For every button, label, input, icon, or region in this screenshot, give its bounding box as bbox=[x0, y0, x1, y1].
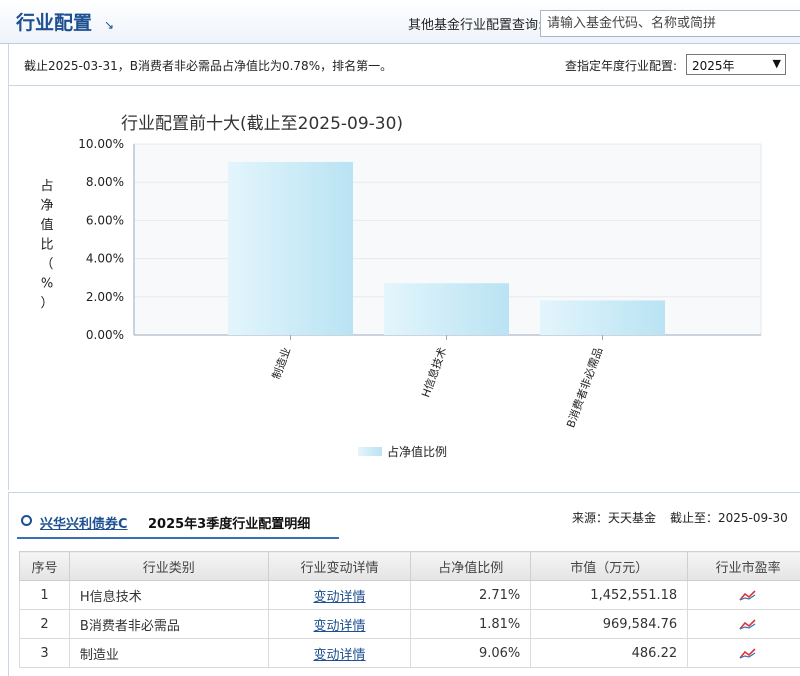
col-header-no: 序号 bbox=[19, 551, 70, 581]
bar-制造业 bbox=[228, 161, 353, 335]
change-detail-link[interactable]: 变动详情 bbox=[313, 648, 365, 663]
change-detail-link[interactable]: 变动详情 bbox=[313, 619, 365, 634]
page-header: 行业配置 ↘ 其他基金行业配置查询: bbox=[0, 0, 800, 44]
source-label: 来源：天天基金 bbox=[572, 511, 657, 525]
row-industry: 制造业 bbox=[68, 638, 269, 668]
y-axis-label-char: 比 bbox=[40, 238, 53, 253]
page-title: 行业配置 bbox=[16, 12, 93, 34]
table-row: 2 B消费者非必需品 变动详情 1.81% 969,584.76 bbox=[19, 609, 800, 639]
x-tick-label: 制造业 bbox=[269, 345, 293, 381]
chevron-down-icon: ▼ bbox=[772, 57, 781, 70]
section-title: 2025年3季度行业配置明细 bbox=[148, 517, 311, 532]
year-select-label: 查指定年度行业配置: bbox=[565, 59, 678, 73]
y-tick-label: 4.00% bbox=[86, 252, 124, 266]
y-axis-label-char: 净 bbox=[40, 199, 53, 214]
title-arrow-icon[interactable]: ↘ bbox=[104, 18, 114, 32]
info-bar: 截止2025-03-31，B消费者非必需品占净值比为0.78%，排名第一。 查指… bbox=[8, 44, 800, 86]
fund-query-label: 其他基金行业配置查询: bbox=[408, 18, 543, 33]
fund-search-input[interactable] bbox=[540, 10, 800, 37]
chart-area: 0.00% 2.00% 4.00% 6.00% 8.00% 10.00% 行业配置前十大(截… bbox=[8, 86, 800, 490]
as-of-date: 截止至：2025-09-30 bbox=[670, 511, 788, 525]
row-ratio: 1.81% bbox=[410, 609, 532, 639]
row-ratio: 2.71% bbox=[410, 580, 532, 610]
chart-title: 行业配置前十大(截止至2025-09-30) bbox=[121, 114, 403, 134]
bar-B消费者非必需品 bbox=[540, 300, 665, 335]
trend-chart-icon[interactable] bbox=[738, 646, 758, 660]
year-select-value: 2025年 bbox=[692, 59, 735, 73]
y-axis-label-char: % bbox=[41, 277, 53, 292]
y-tick-label: 6.00% bbox=[86, 213, 124, 227]
y-axis-label-char: ） bbox=[40, 296, 53, 311]
col-header-detail: 行业变动详情 bbox=[267, 551, 412, 581]
table-row: 1 H信息技术 变动详情 2.71% 1,452,551.18 bbox=[19, 580, 800, 610]
y-tick-label: 10.00% bbox=[78, 137, 124, 151]
row-value: 486.22 bbox=[530, 638, 689, 668]
col-header-pe: 行业市盈率 bbox=[687, 551, 800, 581]
row-no: 3 bbox=[19, 638, 70, 668]
trend-chart-icon[interactable] bbox=[738, 588, 758, 602]
detail-section: 兴华兴利债券C 2025年3季度行业配置明细 来源：天天基金 截止至：2025-… bbox=[8, 492, 800, 676]
y-tick-label: 2.00% bbox=[86, 290, 124, 304]
y-axis-label-char: 值 bbox=[40, 217, 53, 233]
legend-label: 占净值比例 bbox=[387, 444, 447, 459]
row-value: 969,584.76 bbox=[530, 609, 689, 639]
row-industry: H信息技术 bbox=[68, 580, 269, 610]
col-header-industry: 行业类别 bbox=[68, 551, 269, 581]
row-ratio: 9.06% bbox=[410, 638, 532, 668]
fund-name-link[interactable]: 兴华兴利债券C bbox=[40, 513, 128, 532]
legend-swatch bbox=[358, 447, 382, 456]
col-header-value: 市值（万元） bbox=[530, 551, 689, 581]
x-tick-label: B消费者非必需品 bbox=[563, 345, 605, 429]
row-value: 1,452,551.18 bbox=[530, 580, 689, 610]
industry-bar-chart: 0.00% 2.00% 4.00% 6.00% 8.00% 10.00% 行业配置前十大(截… bbox=[40, 114, 762, 459]
x-tick-label: H信息技术 bbox=[418, 345, 449, 399]
section-underline bbox=[17, 537, 339, 539]
year-select[interactable]: 2025年 ▼ bbox=[686, 54, 786, 75]
bar-H信息技术 bbox=[384, 283, 509, 335]
y-tick-label: 8.00% bbox=[86, 175, 124, 189]
y-axis-label-char: （ bbox=[40, 257, 53, 272]
y-axis-label-char: 占 bbox=[40, 179, 53, 194]
y-tick-label: 0.00% bbox=[86, 328, 124, 342]
trend-chart-icon[interactable] bbox=[738, 617, 758, 631]
row-industry: B消费者非必需品 bbox=[68, 609, 269, 639]
row-no: 1 bbox=[19, 580, 70, 610]
row-no: 2 bbox=[19, 609, 70, 639]
industry-detail-table: 序号 行业类别 行业变动详情 占净值比例 市值（万元） 行业市盈率 1 H信息技… bbox=[19, 551, 800, 668]
summary-text: 截止2025-03-31，B消费者非必需品占净值比为0.78%，排名第一。 bbox=[24, 59, 393, 73]
circle-bullet-icon bbox=[21, 515, 32, 526]
table-row: 3 制造业 变动详情 9.06% 486.22 bbox=[19, 638, 800, 668]
table-header-row: 序号 行业类别 行业变动详情 占净值比例 市值（万元） 行业市盈率 bbox=[19, 551, 800, 581]
col-header-ratio: 占净值比例 bbox=[410, 551, 532, 581]
change-detail-link[interactable]: 变动详情 bbox=[313, 590, 365, 605]
